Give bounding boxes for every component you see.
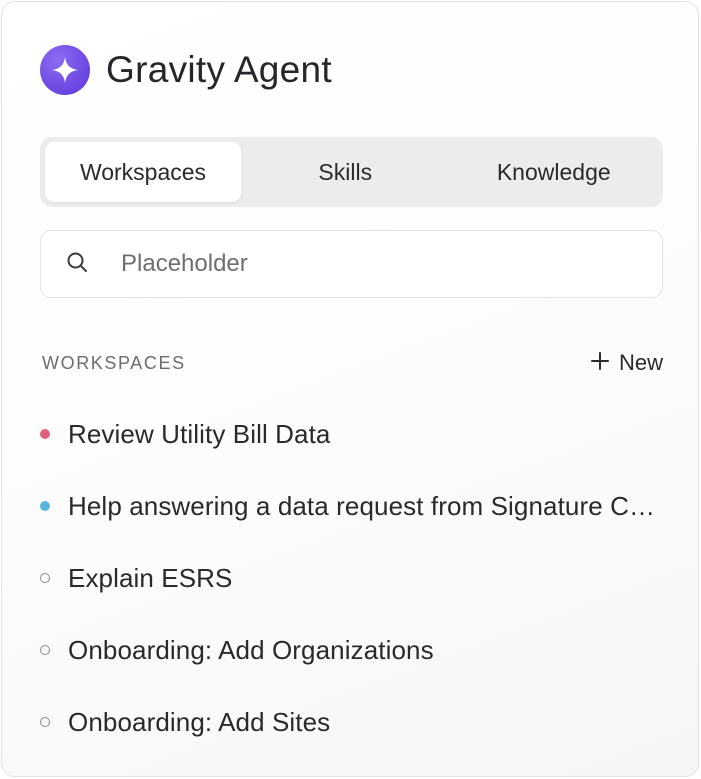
status-dot-icon: [40, 501, 50, 511]
list-item[interactable]: Explain ESRS: [40, 542, 665, 614]
workspace-label: Review Utility Bill Data: [68, 418, 331, 449]
status-dot-icon: [40, 429, 50, 439]
search-icon: [66, 251, 88, 278]
workspace-list: Review Utility Bill Data Help answering …: [40, 398, 665, 758]
sparkle-logo-icon: [40, 45, 90, 95]
workspace-label: Help answering a data request from Signa…: [68, 490, 664, 521]
tab-knowledge[interactable]: Knowledge: [450, 142, 659, 202]
list-item[interactable]: Help answering a data request from Signa…: [40, 470, 665, 542]
list-item[interactable]: Onboarding: Add Sites: [40, 686, 665, 758]
app-header: Gravity Agent: [40, 45, 332, 95]
new-button-label: New: [618, 350, 663, 375]
status-ring-icon: [40, 645, 50, 655]
workspace-label: Onboarding: Add Organizations: [68, 634, 434, 665]
section-title: WORKSPACES: [42, 352, 186, 373]
status-ring-icon: [40, 573, 50, 583]
new-workspace-button[interactable]: New: [590, 350, 663, 376]
workspace-label: Onboarding: Add Sites: [68, 706, 331, 737]
tab-bar: Workspaces Skills Knowledge: [40, 137, 663, 207]
tab-workspaces[interactable]: Workspaces: [45, 142, 241, 202]
search-box[interactable]: [40, 230, 663, 298]
workspaces-section-header: WORKSPACES New: [42, 350, 663, 376]
app-title: Gravity Agent: [106, 49, 333, 90]
plus-icon: [590, 350, 609, 376]
search-input[interactable]: [121, 250, 601, 278]
tab-skills[interactable]: Skills: [241, 142, 450, 202]
list-item[interactable]: Review Utility Bill Data: [40, 398, 665, 470]
list-item[interactable]: Onboarding: Add Organizations: [40, 614, 665, 686]
agent-panel: Gravity Agent Workspaces Skills Knowledg…: [1, 1, 699, 777]
workspace-label: Explain ESRS: [68, 562, 233, 593]
status-ring-icon: [40, 717, 50, 727]
